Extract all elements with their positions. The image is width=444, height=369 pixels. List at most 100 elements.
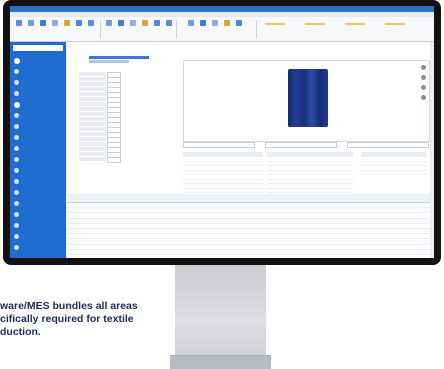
sidebar-item[interactable] <box>10 122 66 132</box>
sidebar-item[interactable] <box>10 188 66 198</box>
grid-header <box>67 194 434 203</box>
field-label <box>79 137 106 141</box>
sidebar <box>10 42 66 258</box>
app-screen <box>10 6 434 258</box>
item-icon <box>14 146 19 151</box>
ribbon-button-icon <box>117 20 124 26</box>
sidebar-item[interactable] <box>10 89 66 99</box>
ribbon-button-icon <box>63 20 70 26</box>
sidebar-item[interactable] <box>10 67 66 77</box>
field[interactable] <box>265 142 337 148</box>
field-label <box>79 122 106 126</box>
caption-line: duction. <box>0 326 41 338</box>
item-icon <box>14 135 19 140</box>
field-label <box>79 102 106 106</box>
ribbon-button[interactable] <box>210 20 219 36</box>
sidebar-item[interactable] <box>10 199 66 209</box>
item-icon <box>14 245 19 250</box>
settings-icon[interactable] <box>421 95 426 100</box>
field-label <box>79 97 106 101</box>
field-label <box>79 72 106 76</box>
ribbon-group-bar <box>305 23 326 25</box>
item-icon <box>14 201 19 206</box>
ribbon-button[interactable] <box>140 20 149 36</box>
menu-icon <box>14 102 20 108</box>
item-icon <box>14 157 19 162</box>
ribbon-button-icon <box>105 20 112 26</box>
ribbon-button[interactable] <box>128 20 137 36</box>
ribbon-button-icon <box>75 20 82 26</box>
ribbon-button[interactable] <box>234 20 243 36</box>
ribbon-button-icon <box>211 20 218 26</box>
monitor-frame <box>3 0 441 265</box>
scrollbar[interactable] <box>430 42 434 258</box>
monitor-stand-base <box>170 355 271 369</box>
item-icon <box>14 190 19 195</box>
main-content <box>67 42 434 258</box>
ribbon-button[interactable] <box>62 20 71 36</box>
ribbon-button[interactable] <box>14 20 23 36</box>
item-icon <box>14 168 19 173</box>
sidebar-item[interactable] <box>10 111 66 121</box>
caption-line: ware/MES bundles all areas <box>0 300 138 312</box>
sidebar-item[interactable] <box>10 232 66 242</box>
caption-line: cifically required for textile <box>0 313 134 325</box>
ribbon-button-icon <box>129 20 136 26</box>
item-icon <box>14 124 19 129</box>
ribbon-button[interactable] <box>104 20 113 36</box>
sidebar-item[interactable] <box>10 133 66 143</box>
caption-text: ware/MES bundles all areas cifically req… <box>0 300 220 339</box>
rotate-icon[interactable] <box>421 85 426 90</box>
ribbon-button-icon <box>87 20 94 26</box>
table-row[interactable] <box>67 255 434 258</box>
ribbon-group-bar <box>385 23 406 25</box>
sidebar-item[interactable] <box>10 100 66 110</box>
components-table <box>183 152 263 198</box>
sidebar-item[interactable] <box>10 56 66 66</box>
ribbon-group[interactable] <box>385 21 419 35</box>
orders-grid <box>67 194 434 258</box>
ribbon-button[interactable] <box>38 20 47 36</box>
sidebar-item[interactable] <box>10 243 66 253</box>
ribbon-button[interactable] <box>186 20 195 36</box>
zoom-icon[interactable] <box>421 75 426 80</box>
field-input[interactable] <box>107 157 121 163</box>
ribbon-button[interactable] <box>86 20 95 36</box>
field[interactable] <box>347 142 429 148</box>
ribbon-button-icon <box>27 20 34 26</box>
sidebar-item[interactable] <box>10 210 66 220</box>
ribbon-group[interactable] <box>345 21 379 35</box>
ribbon-button-icon <box>235 20 242 26</box>
field-label <box>79 127 106 131</box>
sidebar-item[interactable] <box>10 144 66 154</box>
table-row[interactable] <box>361 171 427 175</box>
ribbon-button-icon <box>153 20 160 26</box>
ribbon-button-icon <box>141 20 148 26</box>
sidebar-item[interactable] <box>10 155 66 165</box>
details-table <box>361 152 427 192</box>
ribbon-group-bar <box>265 23 286 25</box>
field-label <box>79 92 106 96</box>
ribbon-button[interactable] <box>164 20 173 36</box>
sidebar-search-input[interactable] <box>13 45 63 51</box>
field-label <box>79 152 106 156</box>
ribbon-group[interactable] <box>305 21 339 35</box>
article-form <box>79 72 179 182</box>
ribbon-button[interactable] <box>222 20 231 36</box>
ribbon-button[interactable] <box>198 20 207 36</box>
sidebar-item[interactable] <box>10 221 66 231</box>
ribbon-button[interactable] <box>26 20 35 36</box>
ribbon-group[interactable] <box>265 21 299 35</box>
ribbon-button-icon <box>51 20 58 26</box>
sidebar-item[interactable] <box>10 177 66 187</box>
ribbon-button[interactable] <box>152 20 161 36</box>
field[interactable] <box>183 142 255 148</box>
zoom-icon[interactable] <box>421 65 426 70</box>
ribbon-button-icon <box>165 20 172 26</box>
materials-table <box>267 152 353 198</box>
ribbon-button[interactable] <box>50 20 59 36</box>
sidebar-item[interactable] <box>10 78 66 88</box>
ribbon-button[interactable] <box>116 20 125 36</box>
sidebar-item[interactable] <box>10 166 66 176</box>
ribbon-button[interactable] <box>74 20 83 36</box>
